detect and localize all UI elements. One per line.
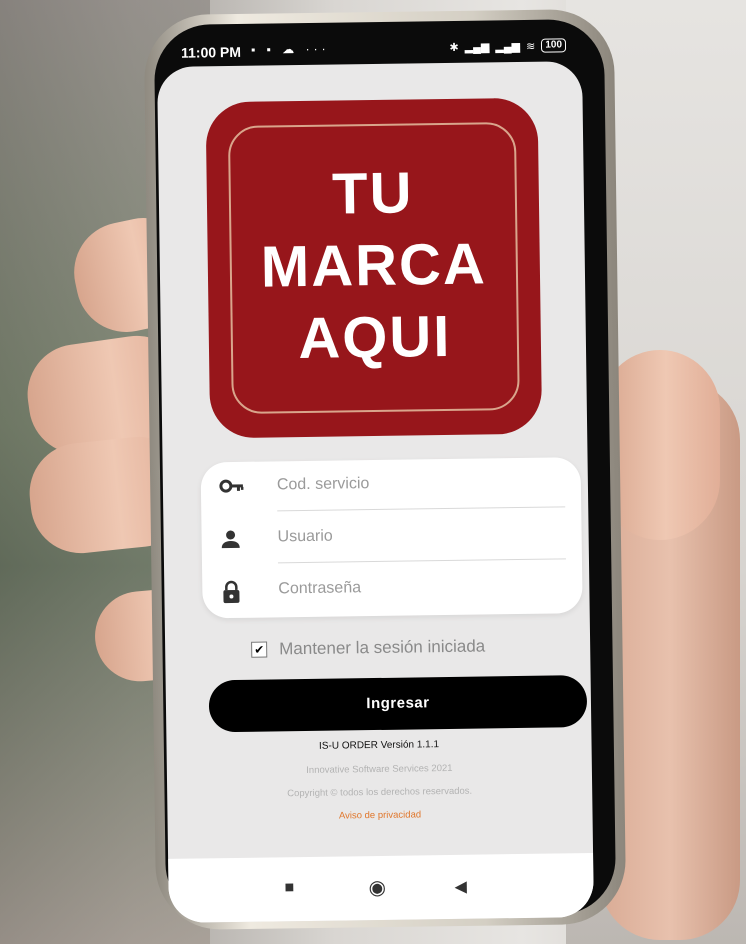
user-input[interactable]: Usuario: [277, 528, 332, 547]
user-icon: [219, 528, 243, 550]
key-icon: [219, 476, 244, 498]
remember-checkbox[interactable]: ✔: [251, 641, 268, 658]
service-code-input[interactable]: Cod. servicio: [277, 475, 370, 494]
signal-icon: ▂▄▆: [464, 40, 490, 54]
logo-line-1: TU: [331, 160, 414, 227]
status-time: 11:00 PM: [180, 43, 242, 61]
logo-text: TU MARCA AQUI: [206, 156, 541, 377]
login-card: Cod. servicio Usuario Contraseña: [200, 457, 583, 619]
status-right: ✱ ▂▄▆ ▂▄▆ ≋ 100: [449, 38, 567, 54]
home-button[interactable]: ◉: [368, 875, 386, 900]
notification-icons: ▪ ▪ ☁ ···: [250, 41, 330, 57]
app-version: IS-U ORDER Versión 1.1.1: [318, 739, 440, 752]
service-code-field[interactable]: Cod. servicio: [201, 457, 582, 512]
logo-line-3: AQUI: [297, 303, 452, 372]
wifi-icon: ≋: [526, 40, 536, 53]
logo-line-2: MARCA: [260, 231, 488, 300]
android-nav-bar: ■ ◉ ◀: [168, 852, 594, 923]
brand-logo: TU MARCA AQUI: [205, 97, 543, 439]
bluetooth-icon: ✱: [449, 41, 459, 54]
privacy-link[interactable]: Aviso de privacidad: [167, 807, 592, 824]
lock-icon: [220, 580, 244, 604]
recent-apps-button[interactable]: ■: [284, 879, 294, 897]
remember-label: Mantener la sesión iniciada: [279, 636, 486, 659]
battery-icon: 100: [541, 38, 567, 53]
back-button[interactable]: ◀: [454, 877, 467, 897]
remember-session[interactable]: ✔ Mantener la sesión iniciada: [251, 636, 485, 659]
company-name: Innovative Software Services 2021: [306, 762, 453, 776]
app-screen: TU MARCA AQUI Cod. servicio Usuario Cont…: [157, 61, 594, 923]
copyright-text: Copyright © todos los derechos reservado…: [287, 785, 473, 800]
signal-icon-2: ▂▄▆: [495, 40, 521, 53]
login-button[interactable]: Ingresar: [208, 675, 588, 733]
password-field[interactable]: Contraseña: [202, 561, 583, 616]
user-field[interactable]: Usuario: [201, 509, 582, 564]
password-input[interactable]: Contraseña: [278, 579, 361, 598]
